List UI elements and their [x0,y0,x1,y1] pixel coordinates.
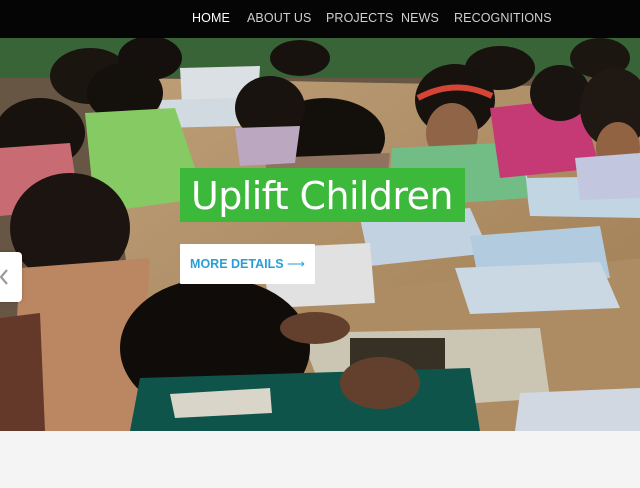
nav-item-projects[interactable]: PROJECTS [326,11,393,25]
nav-item-home[interactable]: HOME [192,11,230,25]
chevron-left-icon [0,269,8,285]
slider-prev-button[interactable] [0,252,22,302]
arrow-right-icon: ⟶ [287,257,305,271]
nav-item-news[interactable]: NEWS [401,11,439,25]
hero-photo [0,38,640,431]
more-details-button[interactable]: MORE DETAILS ⟶ [180,244,315,284]
nav-item-recognitions[interactable]: RECOGNITIONS [454,11,552,25]
hero-slider [0,38,640,431]
content-area [0,431,640,488]
main-nav: HOME ABOUT US PROJECTS NEWS RECOGNITIONS [0,0,640,38]
top-navbar: HOME ABOUT US PROJECTS NEWS RECOGNITIONS [0,0,640,38]
nav-item-about-us[interactable]: ABOUT US [247,11,311,25]
hero-title: Uplift Children [180,168,465,222]
more-details-label: MORE DETAILS [190,257,284,271]
